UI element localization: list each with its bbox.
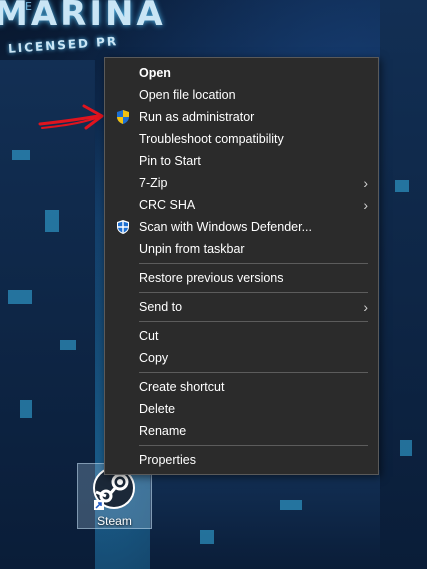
- menu-item-unpin-from-taskbar[interactable]: Unpin from taskbar: [105, 238, 378, 260]
- menu-item-run-as-administrator[interactable]: Run as administrator: [105, 106, 378, 128]
- menu-item-cut[interactable]: Cut: [105, 325, 378, 347]
- menu-item-create-shortcut[interactable]: Create shortcut: [105, 376, 378, 398]
- menu-item-open-file-location[interactable]: Open file location: [105, 84, 378, 106]
- licensed-sign: LICENSED PR: [7, 34, 119, 56]
- lit-window: [8, 290, 32, 304]
- lit-window: [12, 150, 30, 160]
- annotation-arrow-icon: [38, 104, 104, 130]
- windows-defender-icon: [117, 220, 129, 234]
- menu-item-send-to[interactable]: Send to ›: [105, 296, 378, 318]
- menu-item-7zip[interactable]: 7-Zip ›: [105, 172, 378, 194]
- menu-item-pin-to-start[interactable]: Pin to Start: [105, 150, 378, 172]
- menu-item-properties[interactable]: Properties: [105, 449, 378, 471]
- menu-item-troubleshoot-compatibility[interactable]: Troubleshoot compatibility: [105, 128, 378, 150]
- menu-item-open[interactable]: Open: [105, 62, 378, 84]
- menu-separator: [139, 372, 368, 373]
- uac-shield-icon: [117, 110, 129, 124]
- lit-window: [200, 530, 214, 544]
- shortcut-arrow-icon: [94, 500, 104, 510]
- menu-item-delete[interactable]: Delete: [105, 398, 378, 420]
- context-menu: Open Open file location Run as administr…: [104, 57, 379, 475]
- lit-window: [400, 440, 412, 456]
- chevron-right-icon: ›: [363, 299, 368, 315]
- menu-item-copy[interactable]: Copy: [105, 347, 378, 369]
- lit-window: [395, 180, 409, 192]
- chevron-right-icon: ›: [363, 197, 368, 213]
- steam-icon-label: Steam: [97, 514, 132, 528]
- lit-window: [60, 340, 76, 350]
- menu-separator: [139, 263, 368, 264]
- chevron-right-icon: ›: [363, 175, 368, 191]
- lit-window: [45, 210, 59, 232]
- menu-item-restore-previous-versions[interactable]: Restore previous versions: [105, 267, 378, 289]
- menu-separator: [139, 292, 368, 293]
- menu-item-scan-with-windows-defender[interactable]: Scan with Windows Defender...: [105, 216, 378, 238]
- lit-window: [20, 400, 32, 418]
- menu-item-crc-sha[interactable]: CRC SHA ›: [105, 194, 378, 216]
- menu-separator: [139, 445, 368, 446]
- menu-separator: [139, 321, 368, 322]
- menu-item-rename[interactable]: Rename: [105, 420, 378, 442]
- background-building: [150, 470, 380, 569]
- lit-window: [280, 500, 302, 510]
- marina-sign: MARINA: [0, 0, 166, 34]
- background-building: [380, 0, 427, 569]
